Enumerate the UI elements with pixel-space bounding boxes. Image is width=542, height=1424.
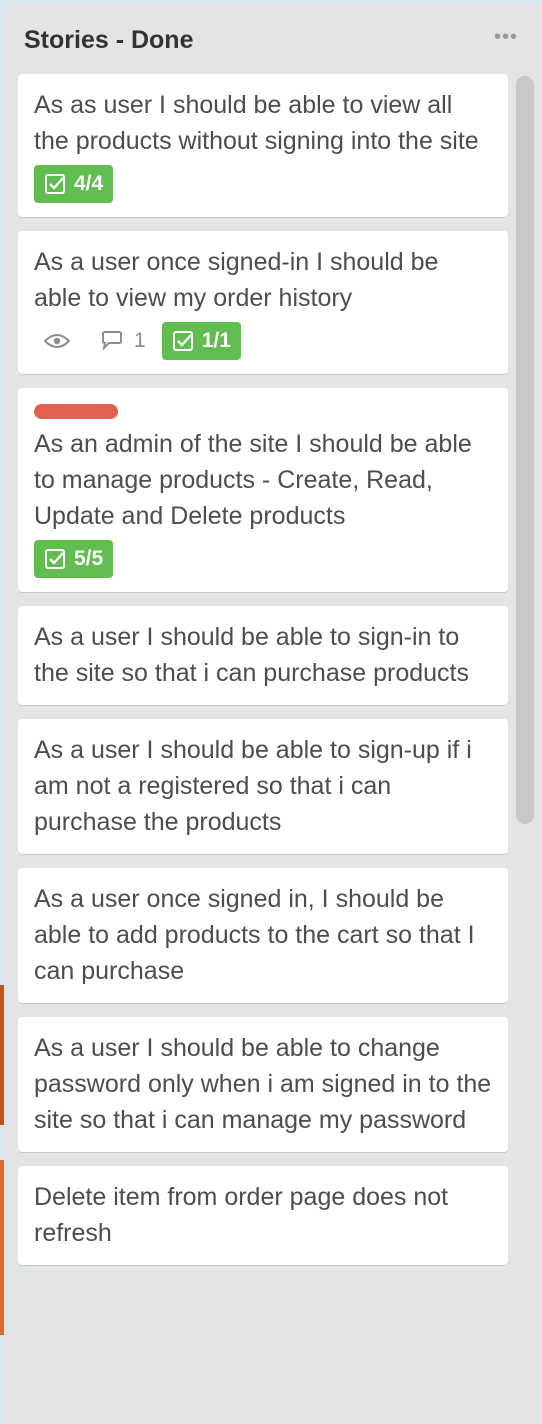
- checklist-icon: [45, 174, 65, 194]
- card-badges: 1 1/1: [34, 322, 492, 360]
- card[interactable]: As a user I should be able to sign-up if…: [18, 719, 508, 854]
- card[interactable]: As as user I should be able to view all …: [18, 74, 508, 217]
- card-title: As a user once signed-in I should be abl…: [34, 248, 439, 312]
- card[interactable]: Delete item from order page does not ref…: [18, 1166, 508, 1265]
- card-title: Delete item from order page does not ref…: [34, 1183, 449, 1247]
- card[interactable]: As an admin of the site I should be able…: [18, 388, 508, 592]
- comment-badge: 1: [100, 329, 146, 353]
- comment-icon: [102, 331, 122, 352]
- card-title: As as user I should be able to view all …: [34, 91, 479, 155]
- list-column: Stories - Done ••• As as user I should b…: [4, 4, 542, 1424]
- checklist-icon: [45, 549, 65, 569]
- scrollbar[interactable]: [516, 76, 534, 1424]
- card-title: As a user I should be able to sign-in to…: [34, 623, 469, 687]
- checklist-badge: 4/4: [34, 165, 114, 203]
- card[interactable]: As a user I should be able to change pas…: [18, 1017, 508, 1152]
- card-title: As a user I should be able to change pas…: [34, 1034, 492, 1134]
- more-horizontal-icon[interactable]: •••: [494, 26, 518, 49]
- list-title[interactable]: Stories - Done: [24, 26, 193, 54]
- card[interactable]: As a user once signed-in I should be abl…: [18, 231, 508, 374]
- card-list: As as user I should be able to view all …: [18, 74, 508, 1279]
- eye-icon: [44, 334, 70, 348]
- card[interactable]: As a user I should be able to sign-in to…: [18, 606, 508, 705]
- card-label-red[interactable]: [34, 404, 118, 419]
- checklist-badge: 1/1: [161, 322, 241, 360]
- card-badges: 4/4: [34, 165, 492, 203]
- checklist-badge: 5/5: [34, 540, 114, 578]
- list-header: Stories - Done •••: [24, 24, 532, 60]
- checklist-icon: [172, 331, 193, 351]
- card-title: As an admin of the site I should be able…: [34, 430, 472, 530]
- card-title: As a user once signed in, I should be ab…: [34, 885, 475, 985]
- card[interactable]: As a user once signed in, I should be ab…: [18, 868, 508, 1003]
- watch-badge: [44, 332, 70, 350]
- comment-count: 1: [134, 329, 146, 352]
- checklist-count: 4/4: [74, 172, 104, 195]
- card-badges: 5/5: [34, 540, 492, 578]
- scrollbar-thumb[interactable]: [516, 76, 534, 824]
- checklist-count: 1/1: [201, 329, 231, 352]
- checklist-count: 5/5: [74, 547, 104, 570]
- card-title: As a user I should be able to sign-up if…: [34, 736, 472, 836]
